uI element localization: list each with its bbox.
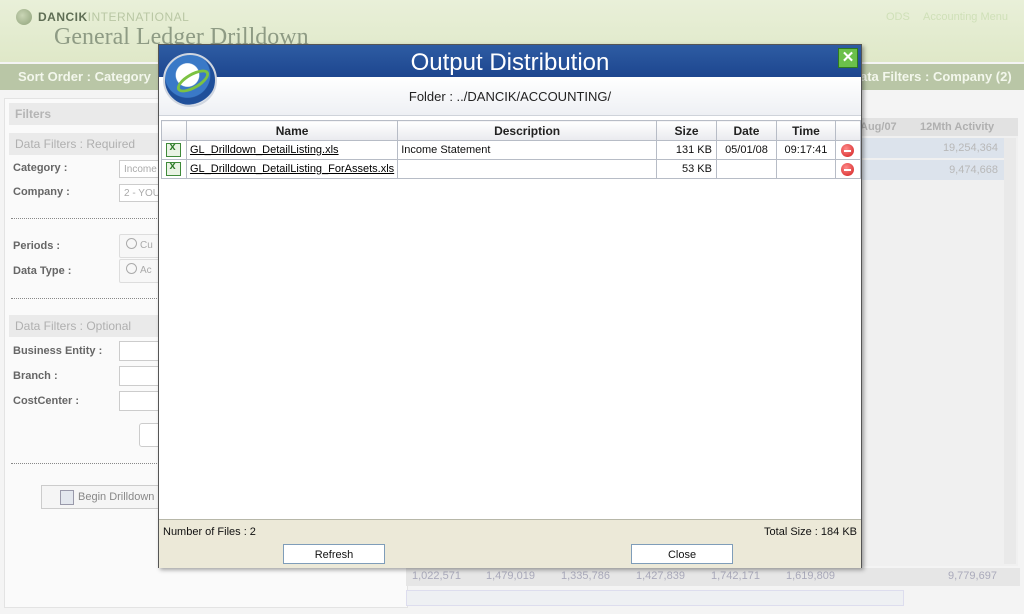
size-column-header: Size [656, 120, 717, 141]
company-label: Company : [13, 186, 70, 198]
refresh-button[interactable]: Refresh [283, 544, 385, 564]
costcenter-label: CostCenter : [13, 395, 80, 407]
required-filters-header: Data Filters : Required [9, 133, 165, 155]
totals-row: 1,022,571 1,479,019 1,335,786 1,427,839 … [406, 568, 1020, 586]
periods-label: Periods : [13, 240, 61, 252]
grid-row[interactable]: 19,254,364 [858, 138, 1004, 158]
excel-file-icon [166, 141, 182, 157]
optional-filters-header: Data Filters : Optional [9, 315, 165, 337]
drilldown-icon [60, 490, 74, 505]
divider [11, 463, 163, 464]
radio-icon [126, 263, 137, 274]
table-row: GL_Drilldown_DetailListing_ForAssets.xls… [161, 159, 862, 179]
dialog-title-bar: Output Distribution ✕ [159, 45, 861, 77]
data-type-label: Data Type : [13, 265, 72, 277]
dialog-footer: Number of Files : 2 Total Size : 184 KB … [159, 519, 861, 568]
data-type-radio[interactable]: Ac [119, 259, 161, 283]
delete-cell [834, 140, 862, 160]
file-type-cell [161, 159, 187, 179]
horizontal-scrollbar[interactable] [406, 590, 904, 606]
brand-name: DANCIKINTERNATIONAL [38, 10, 190, 24]
delete-cell [834, 159, 862, 179]
results-grid: Aug/07 12Mth Activity 19,254,364 9,474,6… [858, 118, 1018, 566]
date-cell [715, 159, 777, 179]
ods-link[interactable]: ODS [886, 11, 910, 23]
size-cell: 53 KB [656, 159, 717, 179]
col-12mth-header: 12Mth Activity [920, 121, 995, 133]
output-distribution-dialog: Output Distribution ✕ Folder : ../DANCIK… [158, 44, 862, 568]
file-name-link[interactable]: GL_Drilldown_DetailListing_ForAssets.xls [190, 163, 394, 175]
name-column-header: Name [185, 120, 399, 141]
description-cell: Income Statement [397, 140, 658, 160]
close-x-icon[interactable]: ✕ [838, 48, 858, 68]
folder-path: Folder : ../DANCIK/ACCOUNTING/ [408, 89, 612, 104]
excel-file-icon [166, 160, 182, 176]
data-filters-company-label: ata Filters : Company (2) [860, 69, 1012, 84]
time-column-header: Time [775, 120, 836, 141]
category-select[interactable]: Income [119, 160, 161, 178]
file-name-cell: GL_Drilldown_DetailListing.xls [185, 140, 399, 160]
divider [11, 298, 161, 299]
file-count: Number of Files : 2 [163, 526, 256, 538]
grid-scrollbar[interactable] [1004, 138, 1016, 564]
description-column-header: Description [397, 120, 658, 141]
total-size: Total Size : 184 KB [764, 526, 857, 538]
grid-row[interactable]: 9,474,668 [858, 160, 1004, 180]
table-header-row: Name Description Size Date Time [161, 120, 862, 141]
business-entity-label: Business Entity : [13, 345, 103, 357]
filters-header: Filters [9, 103, 165, 125]
col-aug-header: Aug/07 [860, 121, 897, 133]
brand-logo-icon [16, 9, 32, 25]
delete-icon[interactable] [841, 143, 855, 157]
dialog-title: Output Distribution [410, 49, 610, 76]
accounting-menu-link[interactable]: Accounting Menu [923, 11, 1008, 23]
dancik-globe-logo-icon [163, 53, 217, 107]
delete-column-header [834, 120, 862, 141]
radio-icon [126, 238, 137, 249]
begin-drilldown-button[interactable]: Begin Drilldown [41, 485, 163, 509]
delete-icon[interactable] [841, 162, 855, 176]
date-column-header: Date [715, 120, 777, 141]
company-select[interactable]: 2 - YOU [119, 184, 161, 202]
files-table: Name Description Size Date Time GL_Drill… [161, 120, 862, 179]
grid-header: Aug/07 12Mth Activity [858, 118, 1018, 136]
branch-input[interactable] [119, 366, 161, 386]
periods-radio[interactable]: Cu [119, 234, 161, 258]
sort-order-label: Sort Order : Category [18, 69, 151, 84]
time-cell [775, 159, 836, 179]
divider [11, 218, 161, 219]
date-cell: 05/01/08 [715, 140, 777, 160]
folder-bar: Folder : ../DANCIK/ACCOUNTING/ [159, 77, 861, 116]
costcenter-input[interactable] [119, 391, 161, 411]
business-entity-input[interactable] [119, 341, 161, 361]
file-name-cell: GL_Drilldown_DetailListing_ForAssets.xls [185, 159, 399, 179]
category-label: Category : [13, 162, 68, 174]
file-name-link[interactable]: GL_Drilldown_DetailListing.xls [190, 144, 339, 156]
icon-column-header [161, 120, 187, 141]
size-cell: 131 KB [656, 140, 717, 160]
description-cell [397, 159, 658, 179]
branch-label: Branch : [13, 370, 58, 382]
table-row: GL_Drilldown_DetailListing.xls Income St… [161, 140, 862, 160]
close-button[interactable]: Close [631, 544, 733, 564]
file-type-cell [161, 140, 187, 160]
time-cell: 09:17:41 [775, 140, 836, 160]
